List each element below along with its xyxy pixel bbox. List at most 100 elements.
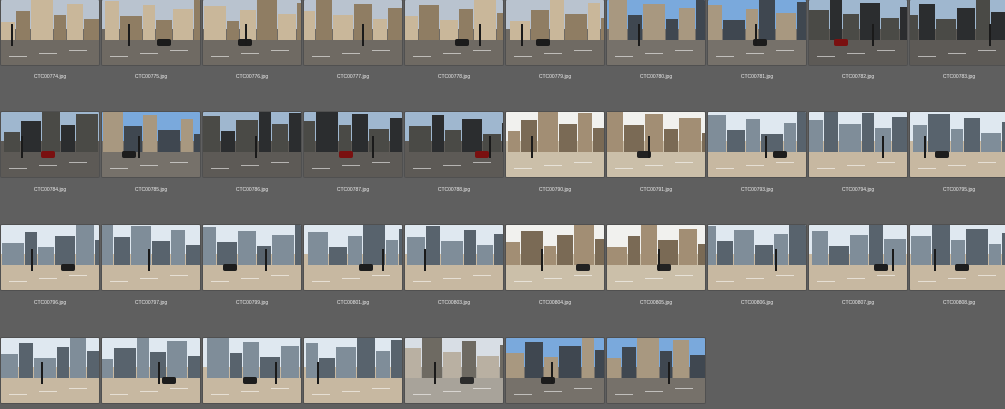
lane-marking xyxy=(312,56,330,57)
thumbnail-filename: CTC00793.jpg xyxy=(740,187,774,193)
lane-marking xyxy=(948,53,966,54)
photo-thumbnail[interactable] xyxy=(910,0,1005,65)
thumbnail-building xyxy=(660,351,672,381)
thumbnail-building xyxy=(531,10,549,43)
lane-marking xyxy=(716,281,734,282)
photo-thumbnail[interactable] xyxy=(304,338,402,403)
photo-thumbnail[interactable] xyxy=(1,338,99,403)
lane-marking xyxy=(574,50,592,51)
lane-marking xyxy=(69,162,87,163)
thumbnail-building xyxy=(230,353,242,381)
lane-marking xyxy=(847,165,865,166)
lane-marking xyxy=(211,394,229,395)
photo-thumbnail[interactable] xyxy=(304,225,402,290)
traffic-pole xyxy=(41,361,43,384)
photo-thumbnail[interactable] xyxy=(102,0,200,65)
lane-marking xyxy=(847,278,865,279)
thumbnail-building xyxy=(850,235,868,268)
thumbnail-building xyxy=(462,119,482,155)
lane-marking xyxy=(675,275,693,276)
traffic-pole xyxy=(872,23,874,46)
photo-thumbnail[interactable] xyxy=(506,0,604,65)
thumbnail-building xyxy=(297,3,301,43)
thumbnail-filename: CTC00788.jpg xyxy=(437,187,471,193)
photo-thumbnail[interactable] xyxy=(708,0,806,65)
thumbnail-building xyxy=(462,341,476,381)
thumbnail-building xyxy=(595,239,604,268)
photo-thumbnail[interactable] xyxy=(203,0,301,65)
thumbnail-building xyxy=(506,353,524,381)
photo-thumbnail[interactable] xyxy=(809,112,907,177)
photo-thumbnail[interactable] xyxy=(304,0,402,65)
lane-marking xyxy=(140,391,158,392)
car-shape xyxy=(61,263,75,271)
thumbnail-building xyxy=(16,11,30,43)
photo-thumbnail[interactable] xyxy=(708,225,806,290)
lane-marking xyxy=(170,388,188,389)
photo-thumbnail[interactable] xyxy=(910,112,1005,177)
photo-thumbnail[interactable] xyxy=(405,0,503,65)
photo-thumbnail[interactable] xyxy=(910,225,1005,290)
traffic-pole xyxy=(255,135,257,158)
car-shape xyxy=(243,376,257,384)
traffic-pole xyxy=(479,23,481,46)
thumbnail-building xyxy=(643,4,665,43)
car-shape xyxy=(773,150,787,158)
thumbnail-building xyxy=(304,11,315,43)
thumbnail-filename: CTC00791.jpg xyxy=(639,187,673,193)
car-shape xyxy=(359,263,373,271)
photo-thumbnail[interactable] xyxy=(607,338,705,403)
photo-thumbnail[interactable] xyxy=(102,112,200,177)
thumbnail-building xyxy=(4,132,20,155)
photo-thumbnail[interactable] xyxy=(809,0,907,65)
thumbnail-building xyxy=(281,346,299,381)
photo-thumbnail[interactable] xyxy=(506,338,604,403)
lane-marking xyxy=(746,53,764,54)
lane-marking xyxy=(645,165,663,166)
photo-thumbnail[interactable] xyxy=(102,225,200,290)
thumbnail-building xyxy=(204,6,226,43)
thumbnail-building xyxy=(238,231,256,268)
photo-thumbnail[interactable] xyxy=(405,112,503,177)
thumbnail-building xyxy=(506,242,520,268)
photo-thumbnail[interactable] xyxy=(102,338,200,403)
thumbnail-building xyxy=(390,118,402,155)
photo-thumbnail[interactable] xyxy=(607,112,705,177)
traffic-pole xyxy=(755,23,757,46)
thumbnail-building xyxy=(289,113,301,155)
traffic-pole xyxy=(265,248,267,271)
lane-marking xyxy=(746,278,764,279)
photo-thumbnail[interactable] xyxy=(607,225,705,290)
photo-thumbnail[interactable] xyxy=(1,112,99,177)
thumbnail-building xyxy=(981,133,1001,155)
thumbnail-building xyxy=(257,0,277,43)
thumbnail-building xyxy=(727,130,745,155)
thumbnail-building xyxy=(21,121,41,155)
thumbnail-building xyxy=(391,340,402,381)
photo-thumbnail[interactable] xyxy=(708,112,806,177)
photo-thumbnail[interactable] xyxy=(506,225,604,290)
photo-thumbnail[interactable] xyxy=(304,112,402,177)
photo-thumbnail[interactable] xyxy=(203,225,301,290)
photo-thumbnail[interactable] xyxy=(203,338,301,403)
thumbnail-building xyxy=(557,235,573,268)
thumbnail-building xyxy=(34,358,56,381)
traffic-pole xyxy=(775,248,777,271)
photo-thumbnail[interactable] xyxy=(203,112,301,177)
photo-thumbnail[interactable] xyxy=(1,0,99,65)
traffic-pole xyxy=(434,361,436,384)
photo-thumbnail[interactable] xyxy=(405,225,503,290)
thumbnail-building xyxy=(824,112,838,155)
photo-thumbnail[interactable] xyxy=(607,0,705,65)
lane-marking xyxy=(443,53,461,54)
photo-thumbnail[interactable] xyxy=(506,112,604,177)
photo-thumbnail[interactable] xyxy=(1,225,99,290)
thumbnail-building xyxy=(464,230,476,268)
thumbnail-building xyxy=(582,338,594,381)
lane-marking xyxy=(514,394,532,395)
photo-thumbnail[interactable] xyxy=(405,338,503,403)
traffic-pole xyxy=(989,23,991,46)
photo-thumbnail[interactable] xyxy=(809,225,907,290)
lane-marking xyxy=(443,391,461,392)
thumbnail-building xyxy=(61,125,75,155)
